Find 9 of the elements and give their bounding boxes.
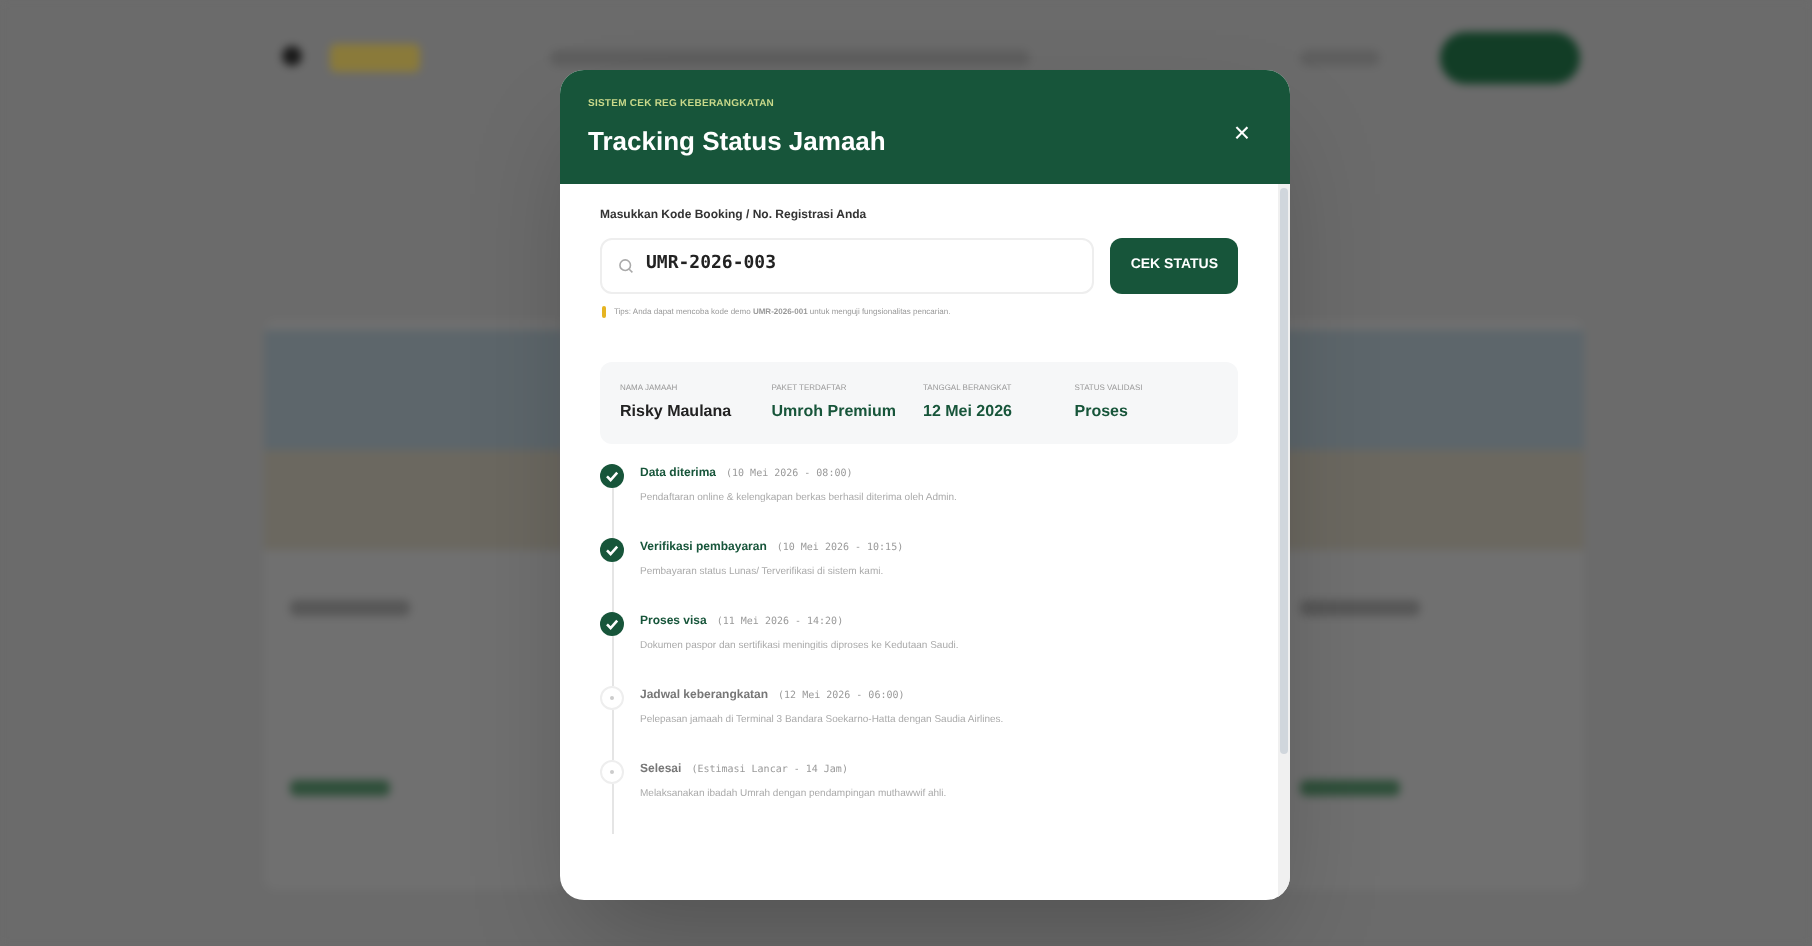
scrollbar[interactable]	[1278, 184, 1290, 900]
summary-value: Proses	[1074, 400, 1130, 424]
summary-value: Umroh Premium	[771, 400, 898, 424]
summary-value: 12 Mei 2026	[923, 400, 1014, 424]
summary-value: Risky Maulana	[620, 400, 734, 424]
close-button[interactable]: ×	[1233, 118, 1250, 146]
dialog-title: Tracking Status Jamaah	[588, 123, 886, 160]
search-field[interactable]: UMR-2026-003	[600, 238, 1095, 294]
search-icon	[618, 258, 634, 274]
